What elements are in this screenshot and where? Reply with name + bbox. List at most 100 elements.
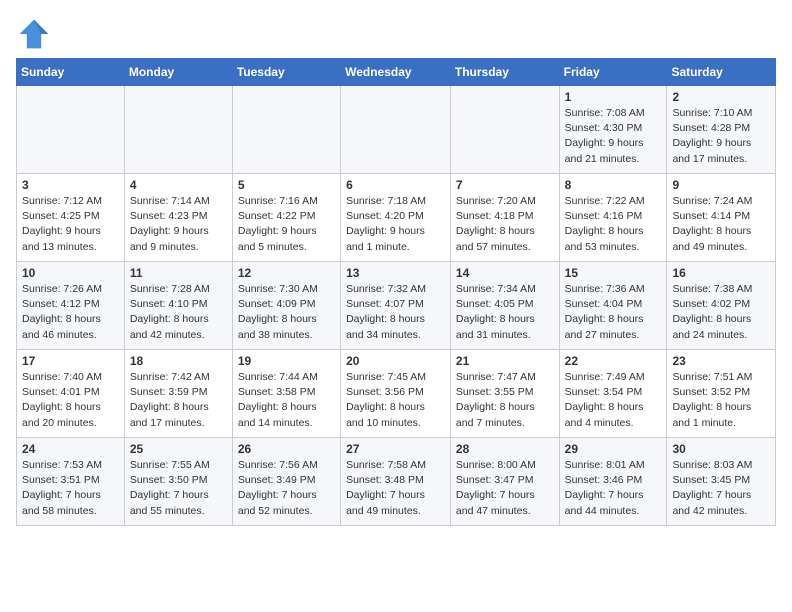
calendar-cell: 21 Sunrise: 7:47 AM Sunset: 3:55 PM Dayli… (450, 350, 559, 438)
day-info: Sunrise: 7:47 AM Sunset: 3:55 PM Dayligh… (456, 370, 554, 431)
calendar-cell: 8 Sunrise: 7:22 AM Sunset: 4:16 PM Daylig… (559, 174, 667, 262)
day-number: 18 (130, 354, 227, 368)
day-number: 30 (672, 442, 770, 456)
day-number: 28 (456, 442, 554, 456)
calendar-cell: 23 Sunrise: 7:51 AM Sunset: 3:52 PM Dayli… (667, 350, 776, 438)
day-number: 19 (238, 354, 335, 368)
calendar-cell: 27 Sunrise: 7:58 AM Sunset: 3:48 PM Dayli… (341, 438, 451, 526)
calendar-cell: 14 Sunrise: 7:34 AM Sunset: 4:05 PM Dayli… (450, 262, 559, 350)
day-number: 13 (346, 266, 445, 280)
calendar-cell: 1Sunrise: 7:08 AM Sunset: 4:30 PM Daylig… (559, 86, 667, 174)
day-number: 3 (22, 178, 119, 192)
calendar-week-row: 24Sunrise: 7:53 AM Sunset: 3:51 PM Dayli… (17, 438, 776, 526)
calendar-cell: 11 Sunrise: 7:28 AM Sunset: 4:10 PM Dayli… (124, 262, 232, 350)
day-number: 11 (130, 266, 227, 280)
header-cell: Saturday (667, 59, 776, 86)
day-number: 14 (456, 266, 554, 280)
day-info: Sunrise: 7:20 AM Sunset: 4:18 PM Dayligh… (456, 194, 554, 255)
day-info: Sunrise: 7:10 AM Sunset: 4:28 PM Dayligh… (672, 106, 770, 167)
calendar-cell: 18 Sunrise: 7:42 AM Sunset: 3:59 PM Dayli… (124, 350, 232, 438)
calendar-cell: 26Sunrise: 7:56 AM Sunset: 3:49 PM Dayli… (232, 438, 340, 526)
calendar-cell: 6 Sunrise: 7:18 AM Sunset: 4:20 PM Daylig… (341, 174, 451, 262)
day-number: 21 (456, 354, 554, 368)
calendar-table: SundayMondayTuesdayWednesdayThursdayFrid… (16, 58, 776, 526)
calendar-cell: 24Sunrise: 7:53 AM Sunset: 3:51 PM Dayli… (17, 438, 125, 526)
calendar-week-row: 1Sunrise: 7:08 AM Sunset: 4:30 PM Daylig… (17, 86, 776, 174)
day-info: Sunrise: 7:51 AM Sunset: 3:52 PM Dayligh… (672, 370, 770, 431)
day-number: 6 (346, 178, 445, 192)
calendar-cell (450, 86, 559, 174)
day-number: 23 (672, 354, 770, 368)
calendar-cell (341, 86, 451, 174)
day-number: 5 (238, 178, 335, 192)
calendar-week-row: 17 Sunrise: 7:40 AM Sunset: 4:01 PM Dayli… (17, 350, 776, 438)
day-number: 7 (456, 178, 554, 192)
day-info: Sunrise: 7:56 AM Sunset: 3:49 PM Dayligh… (238, 458, 335, 519)
day-info: Sunrise: 7:53 AM Sunset: 3:51 PM Dayligh… (22, 458, 119, 519)
header-cell: Sunday (17, 59, 125, 86)
calendar-header: SundayMondayTuesdayWednesdayThursdayFrid… (17, 59, 776, 86)
day-info: Sunrise: 8:01 AM Sunset: 3:46 PM Dayligh… (565, 458, 662, 519)
calendar-cell: 2Sunrise: 7:10 AM Sunset: 4:28 PM Daylig… (667, 86, 776, 174)
day-info: Sunrise: 7:58 AM Sunset: 3:48 PM Dayligh… (346, 458, 445, 519)
calendar-cell (232, 86, 340, 174)
day-number: 10 (22, 266, 119, 280)
logo-icon (16, 16, 52, 52)
header-cell: Thursday (450, 59, 559, 86)
logo (16, 16, 56, 52)
day-number: 4 (130, 178, 227, 192)
calendar-cell: 13 Sunrise: 7:32 AM Sunset: 4:07 PM Dayli… (341, 262, 451, 350)
day-number: 12 (238, 266, 335, 280)
day-number: 22 (565, 354, 662, 368)
calendar-cell: 9 Sunrise: 7:24 AM Sunset: 4:14 PM Daylig… (667, 174, 776, 262)
day-number: 20 (346, 354, 445, 368)
calendar-cell: 7 Sunrise: 7:20 AM Sunset: 4:18 PM Daylig… (450, 174, 559, 262)
day-number: 8 (565, 178, 662, 192)
calendar-cell (17, 86, 125, 174)
day-info: Sunrise: 7:36 AM Sunset: 4:04 PM Dayligh… (565, 282, 662, 343)
day-info: Sunrise: 7:18 AM Sunset: 4:20 PM Dayligh… (346, 194, 445, 255)
day-info: Sunrise: 7:30 AM Sunset: 4:09 PM Dayligh… (238, 282, 335, 343)
calendar-cell: 29 Sunrise: 8:01 AM Sunset: 3:46 PM Dayli… (559, 438, 667, 526)
calendar-week-row: 3Sunrise: 7:12 AM Sunset: 4:25 PM Daylig… (17, 174, 776, 262)
day-info: Sunrise: 7:42 AM Sunset: 3:59 PM Dayligh… (130, 370, 227, 431)
day-info: Sunrise: 7:34 AM Sunset: 4:05 PM Dayligh… (456, 282, 554, 343)
calendar-week-row: 10 Sunrise: 7:26 AM Sunset: 4:12 PM Dayli… (17, 262, 776, 350)
page-header (16, 16, 776, 52)
day-number: 25 (130, 442, 227, 456)
day-info: Sunrise: 7:44 AM Sunset: 3:58 PM Dayligh… (238, 370, 335, 431)
day-info: Sunrise: 8:00 AM Sunset: 3:47 PM Dayligh… (456, 458, 554, 519)
day-info: Sunrise: 7:45 AM Sunset: 3:56 PM Dayligh… (346, 370, 445, 431)
calendar-cell: 10 Sunrise: 7:26 AM Sunset: 4:12 PM Dayli… (17, 262, 125, 350)
day-info: Sunrise: 7:26 AM Sunset: 4:12 PM Dayligh… (22, 282, 119, 343)
calendar-cell: 4Sunrise: 7:14 AM Sunset: 4:23 PM Daylig… (124, 174, 232, 262)
header-cell: Tuesday (232, 59, 340, 86)
day-info: Sunrise: 7:28 AM Sunset: 4:10 PM Dayligh… (130, 282, 227, 343)
day-info: Sunrise: 7:32 AM Sunset: 4:07 PM Dayligh… (346, 282, 445, 343)
day-number: 9 (672, 178, 770, 192)
calendar-cell: 5 Sunrise: 7:16 AM Sunset: 4:22 PM Daylig… (232, 174, 340, 262)
day-number: 29 (565, 442, 662, 456)
day-number: 17 (22, 354, 119, 368)
day-info: Sunrise: 7:49 AM Sunset: 3:54 PM Dayligh… (565, 370, 662, 431)
day-info: Sunrise: 7:40 AM Sunset: 4:01 PM Dayligh… (22, 370, 119, 431)
day-info: Sunrise: 7:38 AM Sunset: 4:02 PM Dayligh… (672, 282, 770, 343)
calendar-cell: 15 Sunrise: 7:36 AM Sunset: 4:04 PM Dayli… (559, 262, 667, 350)
calendar-cell (124, 86, 232, 174)
day-info: Sunrise: 8:03 AM Sunset: 3:45 PM Dayligh… (672, 458, 770, 519)
calendar-cell: 12 Sunrise: 7:30 AM Sunset: 4:09 PM Dayli… (232, 262, 340, 350)
calendar-cell: 25 Sunrise: 7:55 AM Sunset: 3:50 PM Dayli… (124, 438, 232, 526)
day-info: Sunrise: 7:08 AM Sunset: 4:30 PM Dayligh… (565, 106, 662, 167)
day-number: 15 (565, 266, 662, 280)
day-info: Sunrise: 7:55 AM Sunset: 3:50 PM Dayligh… (130, 458, 227, 519)
calendar-cell: 20 Sunrise: 7:45 AM Sunset: 3:56 PM Dayli… (341, 350, 451, 438)
calendar-cell: 30 Sunrise: 8:03 AM Sunset: 3:45 PM Dayli… (667, 438, 776, 526)
day-info: Sunrise: 7:24 AM Sunset: 4:14 PM Dayligh… (672, 194, 770, 255)
calendar-body: 1Sunrise: 7:08 AM Sunset: 4:30 PM Daylig… (17, 86, 776, 526)
calendar-cell: 17 Sunrise: 7:40 AM Sunset: 4:01 PM Dayli… (17, 350, 125, 438)
day-info: Sunrise: 7:22 AM Sunset: 4:16 PM Dayligh… (565, 194, 662, 255)
day-info: Sunrise: 7:16 AM Sunset: 4:22 PM Dayligh… (238, 194, 335, 255)
day-number: 27 (346, 442, 445, 456)
calendar-cell: 3Sunrise: 7:12 AM Sunset: 4:25 PM Daylig… (17, 174, 125, 262)
header-row: SundayMondayTuesdayWednesdayThursdayFrid… (17, 59, 776, 86)
